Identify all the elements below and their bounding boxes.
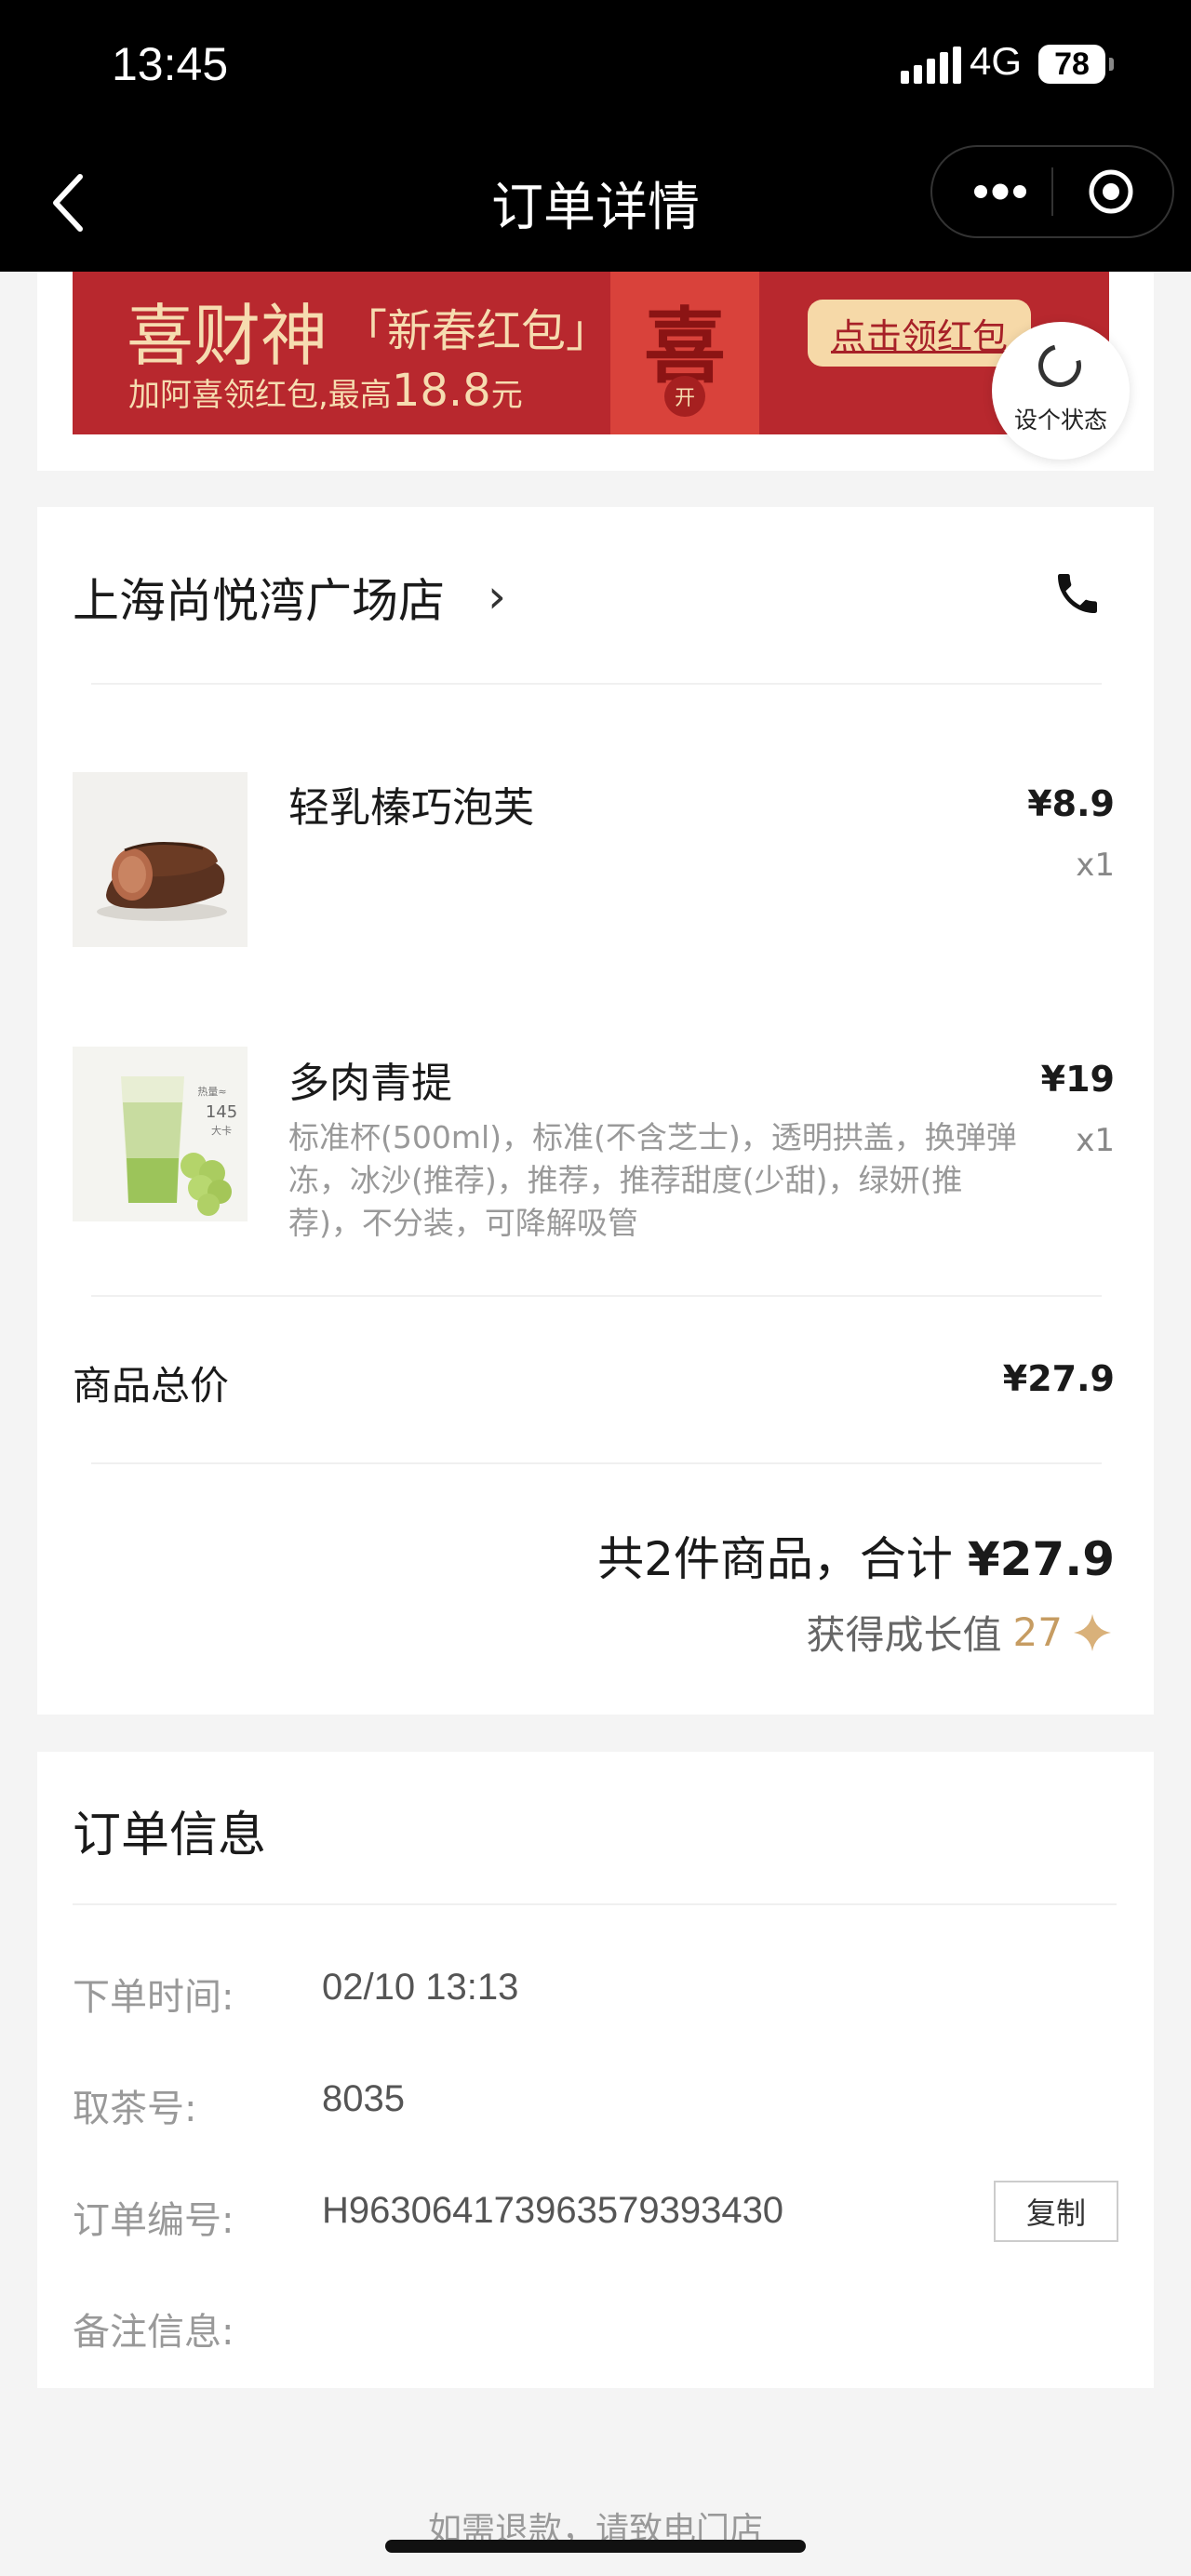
network-type: 4G	[970, 39, 1023, 83]
red-envelope: 喜 开	[610, 272, 759, 434]
order-time-label: 下单时间:	[73, 1976, 234, 2019]
store-name-link[interactable]: 上海尚悦湾广场店	[73, 564, 445, 631]
cup-label-number: 145	[206, 1102, 237, 1122]
close-miniprogram-button[interactable]	[1085, 166, 1137, 218]
subtotal-value: ¥27.9	[1002, 1358, 1115, 1399]
banner-line-text: 加阿喜领红包,最高	[128, 377, 392, 414]
total-value: ¥27.9	[967, 1532, 1115, 1586]
grape-drink-image: 热量≈ 145 大卡	[73, 1047, 248, 1221]
item-price: ¥8.9	[1027, 783, 1115, 824]
remarks-label: 备注信息:	[73, 2311, 234, 2354]
phone-icon	[1058, 574, 1097, 613]
signal-icon	[901, 47, 961, 84]
cup-label-unit: 大卡	[211, 1124, 232, 1137]
order-info-title: 订单信息	[73, 1808, 267, 1863]
divider	[91, 1462, 1102, 1464]
cream-puff-image	[73, 772, 248, 947]
pickup-number-value: 8035	[322, 2078, 405, 2119]
envelope-open-badge: 开	[664, 376, 705, 417]
top-bar: 13:45 4G 78 订单详情	[0, 0, 1191, 272]
growth-points: 获得成长值 27	[807, 1604, 1115, 1661]
claim-red-packet-button[interactable]: 点击领红包	[808, 300, 1031, 367]
banner-unit: 元	[490, 377, 523, 414]
cup-label-top: 热量≈	[197, 1086, 226, 1098]
more-button[interactable]	[968, 175, 1033, 208]
chevron-right-icon: ›	[488, 569, 506, 623]
order-number-label: 订单编号:	[73, 2199, 234, 2242]
home-indicator[interactable]	[385, 2540, 806, 2553]
order-time-value: 02/10 13:13	[322, 1967, 519, 2008]
call-store-button[interactable]	[1051, 567, 1104, 620]
item-name: 多肉青提	[288, 1060, 452, 1107]
item-spec: 标准杯(500ml)，标准(不含芝士)，透明拱盖，换弹弹冻，冰沙(推荐)，推荐，…	[288, 1119, 1017, 1241]
subtotal-label: 商品总价	[73, 1363, 230, 1408]
set-status-label: 设个状态	[1013, 407, 1107, 434]
red-packet-banner[interactable]: 喜财神 「新春红包」 加阿喜领红包,最高18.8元 喜 开 点击领红包	[73, 272, 1109, 434]
product-image-grape: 热量≈ 145 大卡	[73, 1047, 248, 1221]
target-icon	[1089, 169, 1133, 214]
copy-button[interactable]: 复制	[994, 2181, 1118, 2242]
order-number-value: H963064173963579393430	[322, 2190, 784, 2231]
item-name: 轻乳榛巧泡芙	[288, 784, 534, 832]
capsule-divider	[1051, 167, 1053, 216]
growth-label: 获得成长值	[806, 1612, 1002, 1658]
divider	[73, 1903, 1117, 1905]
order-total: 共2件商品，合计 ¥27.9	[597, 1522, 1115, 1589]
divider	[91, 683, 1102, 685]
divider	[91, 1295, 1102, 1297]
total-prefix: 共2件商品，合计	[597, 1532, 968, 1586]
banner-subtitle: 「新春红包」	[342, 305, 611, 357]
banner-amount: 18.8	[391, 365, 491, 417]
pickup-number-label: 取茶号:	[73, 2088, 197, 2130]
more-dots-icon	[974, 183, 1026, 200]
status-time: 13:45	[112, 38, 229, 90]
item-quantity: x1	[1076, 847, 1115, 884]
set-status-button[interactable]: 设个状态	[992, 322, 1130, 460]
item-quantity: x1	[1076, 1122, 1115, 1159]
battery-icon: 78	[1038, 45, 1114, 84]
product-image-puff	[73, 772, 248, 947]
item-price: ¥19	[1040, 1059, 1115, 1100]
sparkle-icon	[1074, 1613, 1111, 1651]
banner-line: 加阿喜领红包,最高18.8元	[128, 365, 523, 417]
growth-value: 27	[1012, 1609, 1063, 1655]
mini-program-capsule	[930, 145, 1174, 238]
battery-level: 78	[1054, 46, 1090, 82]
refresh-icon	[1030, 336, 1090, 395]
